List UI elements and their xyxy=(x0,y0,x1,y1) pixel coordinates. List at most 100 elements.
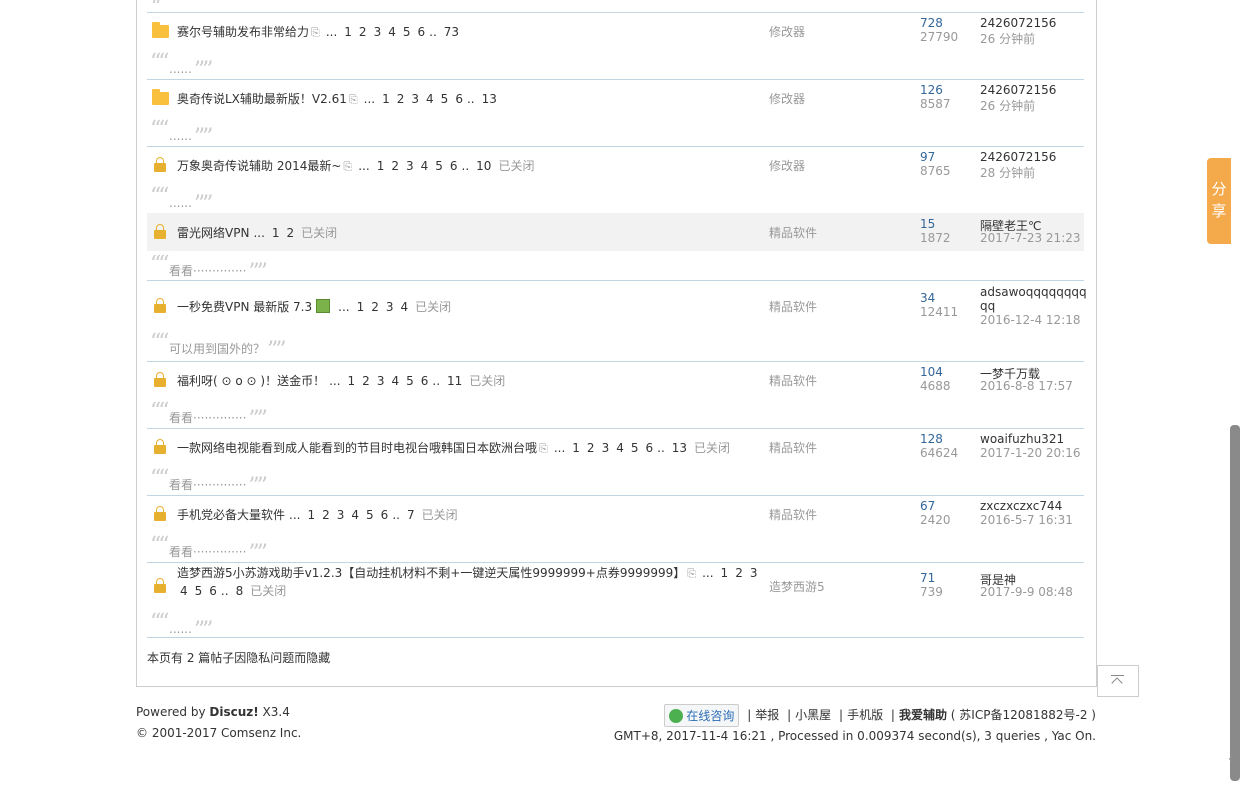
page-link[interactable]: 2 xyxy=(587,441,595,455)
page-link[interactable]: 3 xyxy=(377,374,385,388)
forum-link[interactable]: 精品软件 xyxy=(769,506,817,523)
page-link[interactable]: 3 xyxy=(386,300,394,314)
page-link[interactable]: 1 xyxy=(344,25,352,39)
page-link[interactable]: 1 xyxy=(348,374,356,388)
reply-count[interactable]: 71 xyxy=(920,571,935,585)
forum-link[interactable]: 修改器 xyxy=(769,90,805,107)
page-link[interactable]: 4 xyxy=(391,374,399,388)
page-link[interactable]: 4 xyxy=(401,300,409,314)
site-name-link[interactable]: 我爱辅助 xyxy=(899,708,947,722)
thread-title-link[interactable]: 福利呀( ⊙ o ⊙ )！送金币！ xyxy=(177,374,325,388)
reply-count[interactable]: 97 xyxy=(920,150,935,164)
last-page-link[interactable]: 7 xyxy=(407,508,415,522)
report-link[interactable]: 举报 xyxy=(755,708,779,722)
page-link[interactable]: 1 xyxy=(721,566,729,580)
page-link[interactable]: 3 xyxy=(411,92,419,106)
reply-count[interactable]: 128 xyxy=(920,432,943,446)
share-button[interactable]: 分享 xyxy=(1207,158,1231,244)
page-link[interactable]: 6 xyxy=(450,159,458,173)
page-link[interactable]: 4 xyxy=(388,25,396,39)
page-link[interactable]: 2 xyxy=(371,300,379,314)
forum-link[interactable]: 精品软件 xyxy=(769,224,817,241)
page-link[interactable]: 5 xyxy=(403,25,411,39)
page-link[interactable]: 2 xyxy=(397,92,405,106)
page-link[interactable]: 6 xyxy=(421,374,429,388)
page-link[interactable]: 5 xyxy=(366,508,374,522)
page-link[interactable]: 5 xyxy=(195,584,203,598)
discuz-link[interactable]: Discuz! xyxy=(209,705,258,719)
page-link[interactable]: 5 xyxy=(406,374,414,388)
page-link[interactable]: 2 xyxy=(322,508,330,522)
reply-count[interactable]: 34 xyxy=(920,291,935,305)
page-link[interactable]: 5 xyxy=(435,159,443,173)
last-page-link[interactable]: 8 xyxy=(236,584,244,598)
last-post-time[interactable]: 2017-1-20 20:16 xyxy=(980,446,1081,460)
reply-count[interactable]: 104 xyxy=(920,365,943,379)
thread-title-link[interactable]: 造梦西游5小苏游戏助手v1.2.3【自动挂机材料不剩+一键逆天属性9999999… xyxy=(177,566,685,580)
last-poster-link[interactable]: 2426072156 xyxy=(980,150,1056,164)
page-link[interactable]: 2 xyxy=(362,374,370,388)
page-link[interactable]: 2 xyxy=(287,226,295,240)
online-consult-button[interactable]: 在线咨询 xyxy=(664,704,740,727)
thread-title-link[interactable]: 奥奇传说LX辅助最新版！V2.61 xyxy=(177,92,347,106)
page-link[interactable]: 5 xyxy=(441,92,449,106)
last-page-link[interactable]: 11 xyxy=(447,374,462,388)
icp-link[interactable]: ( 苏ICP备12081882号-2 ) xyxy=(951,708,1096,722)
page-link[interactable]: 2 xyxy=(359,25,367,39)
page-link[interactable]: 4 xyxy=(616,441,624,455)
page-link[interactable]: 2 xyxy=(735,566,743,580)
last-poster-link[interactable]: 2426072156 xyxy=(980,83,1056,97)
last-post-time[interactable]: 2016-5-7 16:31 xyxy=(980,513,1073,527)
blacklist-link[interactable]: 小黑屋 xyxy=(795,708,831,722)
last-page-link[interactable]: 10 xyxy=(476,159,491,173)
reply-count[interactable]: 67 xyxy=(920,499,935,513)
page-link[interactable]: 5 xyxy=(631,441,639,455)
forum-link[interactable]: 修改器 xyxy=(769,23,805,40)
page-link[interactable]: 3 xyxy=(337,508,345,522)
last-page-link[interactable]: 13 xyxy=(672,441,687,455)
page-link[interactable]: 3 xyxy=(374,25,382,39)
thread-title-link[interactable]: 万象奥奇传说辅助 2014最新~ xyxy=(177,159,341,173)
last-poster-link[interactable]: 2426072156 xyxy=(980,16,1056,30)
page-link[interactable]: 1 xyxy=(377,159,385,173)
page-link[interactable]: 6 xyxy=(455,92,463,106)
last-post-time[interactable]: 26 分钟前 xyxy=(980,30,1035,47)
last-post-time[interactable]: 28 分钟前 xyxy=(980,164,1035,181)
last-poster-link[interactable]: zxczxczxc744 xyxy=(980,499,1062,513)
forum-link[interactable]: 精品软件 xyxy=(769,372,817,389)
page-link[interactable]: 6 xyxy=(209,584,217,598)
page-link[interactable]: 1 xyxy=(572,441,580,455)
page-link[interactable]: 6 xyxy=(381,508,389,522)
page-link[interactable]: 4 xyxy=(351,508,359,522)
back-to-top-button[interactable] xyxy=(1097,665,1139,697)
last-post-time[interactable]: 2016-12-4 12:18 xyxy=(980,313,1081,327)
page-link[interactable]: 6 xyxy=(417,25,425,39)
forum-link[interactable]: 精品软件 xyxy=(769,298,817,315)
mobile-link[interactable]: 手机版 xyxy=(847,708,883,722)
scrollbar-thumb[interactable] xyxy=(1230,425,1240,781)
last-post-time[interactable]: 2017-7-23 21:23 xyxy=(980,231,1081,245)
page-link[interactable]: 4 xyxy=(421,159,429,173)
forum-link[interactable]: 修改器 xyxy=(769,157,805,174)
page-link[interactable]: 1 xyxy=(382,92,390,106)
forum-link[interactable]: 造梦西游5 xyxy=(769,578,825,595)
page-link[interactable]: 3 xyxy=(406,159,414,173)
thread-title-link[interactable]: 手机党必备大量软件 xyxy=(177,508,285,522)
page-link[interactable]: 2 xyxy=(391,159,399,173)
last-page-link[interactable]: 73 xyxy=(444,25,459,39)
thread-title-link[interactable]: 赛尔号辅助发布非常给力 xyxy=(177,25,309,39)
page-link[interactable]: 1 xyxy=(272,226,280,240)
page-link[interactable]: 3 xyxy=(602,441,610,455)
page-link[interactable]: 1 xyxy=(307,508,315,522)
forum-link[interactable]: 精品软件 xyxy=(769,439,817,456)
last-poster-link[interactable]: adsawoqqqqqqqq xyxy=(980,285,1087,299)
last-poster-link[interactable]: woaifuzhu321 xyxy=(980,432,1064,446)
page-link[interactable]: 6 xyxy=(645,441,653,455)
thread-title-link[interactable]: 一款网络电视能看到成人能看到的节目时电视台哦韩国日本欧洲台哦 xyxy=(177,441,537,455)
reply-count[interactable]: 15 xyxy=(920,217,935,231)
last-post-time[interactable]: 2017-9-9 08:48 xyxy=(980,585,1073,599)
last-post-time[interactable]: 2016-8-8 17:57 xyxy=(980,379,1073,393)
thread-title-link[interactable]: 雷光网络VPN xyxy=(177,226,249,240)
page-link[interactable]: 4 xyxy=(426,92,434,106)
page-link[interactable]: 3 xyxy=(750,566,758,580)
